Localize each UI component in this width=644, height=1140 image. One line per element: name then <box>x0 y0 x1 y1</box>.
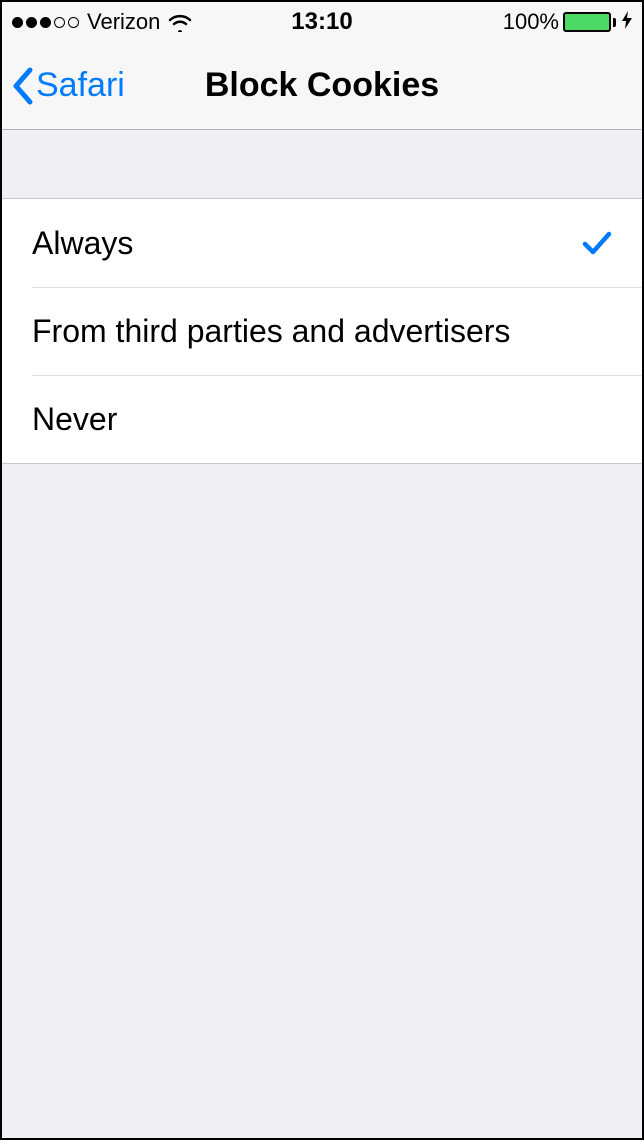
option-row-never[interactable]: Never <box>32 375 642 463</box>
section-spacer <box>2 130 642 198</box>
charging-bolt-icon <box>622 9 632 35</box>
battery-percent-label: 100% <box>503 9 559 35</box>
option-label: From third parties and advertisers <box>32 313 510 350</box>
content-area: Always From third parties and advertiser… <box>2 130 642 464</box>
option-row-third-parties[interactable]: From third parties and advertisers <box>32 287 642 375</box>
battery-icon <box>563 12 616 32</box>
option-label: Never <box>32 401 117 438</box>
nav-bar: Safari Block Cookies <box>2 42 642 130</box>
status-bar: Verizon 13:10 100% <box>2 2 642 42</box>
page-title: Block Cookies <box>2 66 642 105</box>
options-list: Always From third parties and advertiser… <box>2 198 642 464</box>
checkmark-icon <box>582 230 612 256</box>
option-row-always[interactable]: Always <box>2 199 642 287</box>
option-label: Always <box>32 225 133 262</box>
status-right: 100% <box>503 9 632 35</box>
